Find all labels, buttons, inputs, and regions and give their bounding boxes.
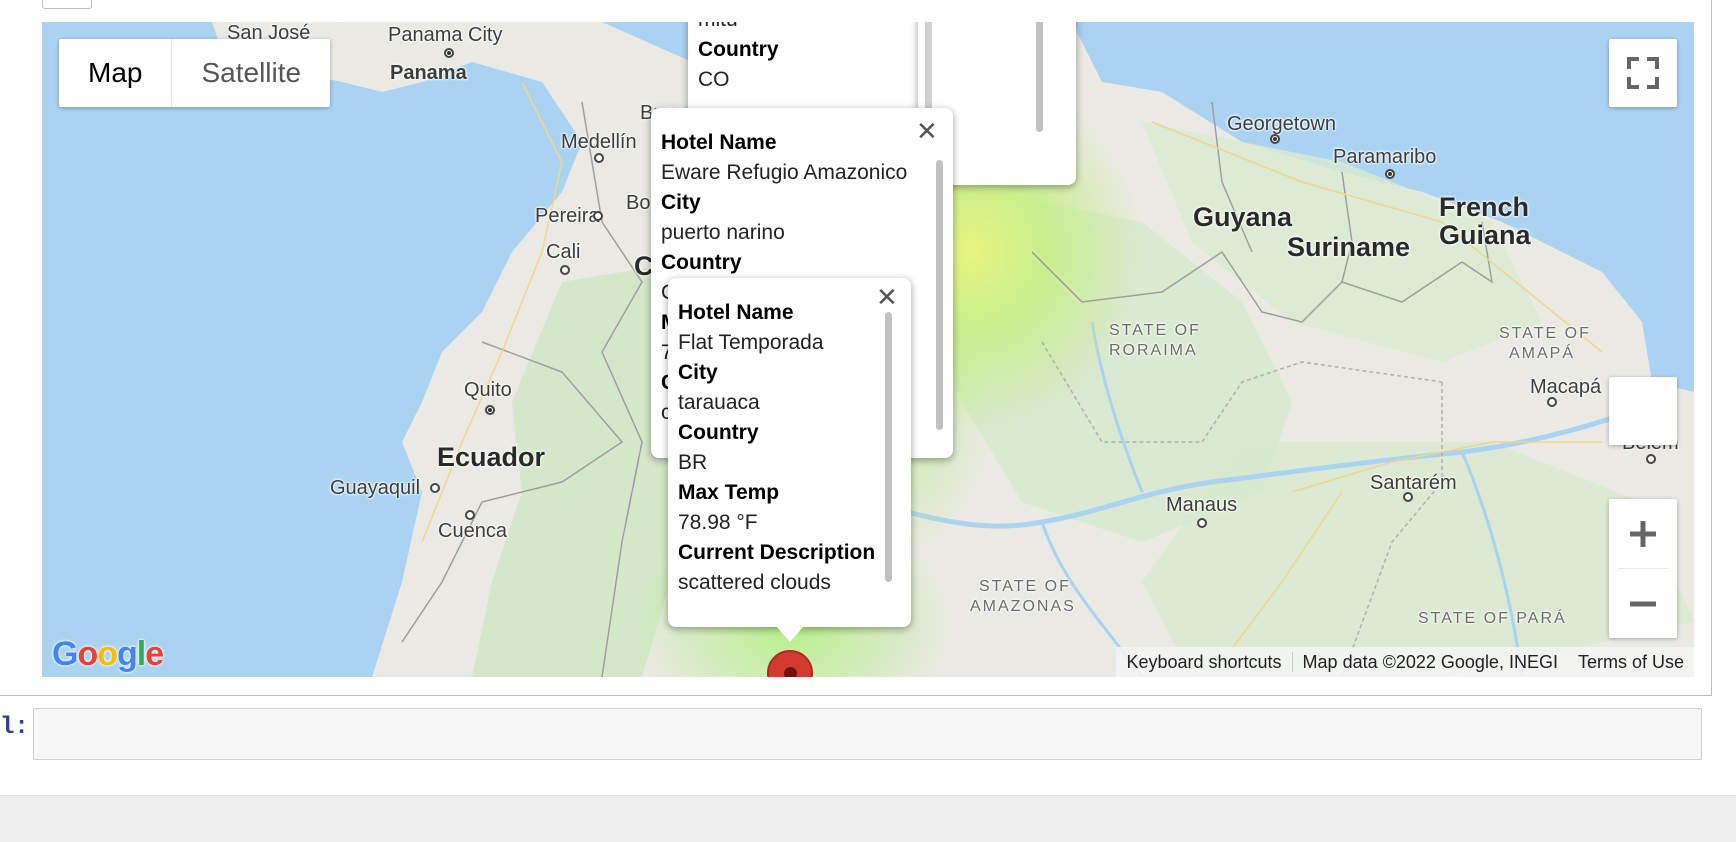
place-quito: Quito [464,379,512,401]
place-panama-city: Panama City [388,24,503,46]
city-dot [1197,518,1207,528]
place-amapa-2: AMAPÁ [1509,345,1576,362]
place-bo: Bo [626,192,651,214]
iw-scrollbar[interactable] [885,312,892,582]
city-dot [444,48,454,58]
place-amazonas-1: STATE OF [979,578,1071,595]
google-logo[interactable]: Google [52,635,164,674]
city-dot [465,510,475,520]
place-roraima-2: RORAIMA [1109,342,1198,359]
logo-letter: o [97,635,118,673]
iw-value-country: BR [678,451,708,474]
place-french-guiana-2: Guiana [1439,220,1531,250]
zoom-in-button[interactable] [1609,499,1677,568]
city-dot [593,211,603,221]
place-santarem: Santarém [1370,472,1457,494]
logo-letter: G [52,635,78,673]
place-roraima-1: STATE OF [1109,322,1201,339]
page-footer-area [0,795,1736,842]
place-para: STATE OF PARÁ [1418,610,1567,627]
iw-value-max-temp: 78.98 °F [678,511,758,534]
text-input[interactable] [33,708,1702,760]
place-panama: Panama [390,62,467,84]
place-pereira: Pereira [535,205,600,227]
logo-letter: o [77,635,98,673]
notebook-cell-output: San José Panama City Panama Medellín Per… [0,0,1736,842]
iw-scrollbar[interactable] [936,160,943,430]
iw-label-city: City [678,361,718,384]
place-cuenca: Cuenca [438,520,507,542]
place-guyana: Guyana [1193,202,1293,232]
iw-value-hotel-name: Flat Temporada [678,331,824,354]
city-dot [485,405,495,415]
place-manaus: Manaus [1166,494,1238,516]
close-icon[interactable]: ✕ [916,118,938,144]
terms-of-use-link[interactable]: Terms of Use [1568,647,1694,677]
map-data-text: Map data ©2022 Google, INEGI [1302,652,1558,672]
place-medellin: Medellín [561,131,637,153]
fullscreen-icon [1627,57,1659,89]
minus-icon [1630,601,1656,606]
iw-label-hotel-name: Hotel Name [661,131,777,154]
info-window-tail [776,626,804,642]
iw-scrollbar[interactable] [1036,22,1043,132]
place-amazonas-2: AMAZONAS [970,598,1076,615]
place-ecuador: Ecuador [437,442,546,472]
city-dot [1270,134,1280,144]
zoom-out-button[interactable] [1609,569,1677,638]
iw-label-description: Current Description [678,541,876,564]
city-dot [1403,492,1413,502]
place-georgetown: Georgetown [1227,113,1336,135]
place-suriname: Suriname [1287,232,1411,262]
street-view-button[interactable] [1609,377,1677,445]
city-dot [430,483,440,493]
iw-value-city: mitu [698,22,779,35]
iw-label-max-temp: Max Temp [678,481,780,504]
iw-value-country: CO [698,68,730,91]
iw-value-description: scattered clouds [678,571,831,594]
close-icon[interactable]: ✕ [876,284,898,310]
place-paramaribo: Paramaribo [1333,146,1437,168]
info-window-flat-temporada: Hotel Name Flat Temporada City tarauaca … [668,278,911,627]
keyboard-shortcuts-link[interactable]: Keyboard shortcuts [1116,647,1291,677]
place-macapa: Macapá [1530,376,1602,398]
iw-label-country: Country [661,251,742,274]
place-french-guiana-1: French [1439,192,1530,222]
city-dot [1385,169,1395,179]
iw-label-country: Country [698,38,779,61]
map-type-satellite-button[interactable]: Satellite [172,39,330,107]
logo-letter: l [136,635,147,673]
place-amapa-1: STATE OF [1499,325,1591,342]
input-prompt: l: [0,714,29,741]
iw-label-hotel-name: Hotel Name [678,301,794,324]
plus-icon [1630,520,1656,547]
place-cali: Cali [546,241,581,263]
fullscreen-button[interactable] [1609,39,1677,107]
map-type-map-button[interactable]: Map [59,39,173,107]
iw-label-city: City [661,191,701,214]
google-map[interactable]: San José Panama City Panama Medellín Per… [42,22,1694,677]
city-dot [1646,454,1656,464]
city-dot [1547,397,1557,407]
zoom-control [1609,499,1677,638]
iw-value-hotel-name: Eware Refugio Amazonico [661,161,908,184]
logo-letter: e [145,635,164,673]
iw-value-city: puerto narino [661,221,785,244]
map-attribution: Keyboard shortcuts Map data ©2022 Google… [1116,647,1694,677]
collapse-button[interactable] [42,0,92,9]
city-dot [560,265,570,275]
iw-label-country: Country [678,421,759,444]
iw-value-city: tarauaca [678,391,760,414]
place-guayaquil: Guayaquil [330,477,421,499]
map-type-control: Map Satellite [59,39,331,107]
city-dot [594,153,604,163]
logo-letter: g [117,635,138,673]
